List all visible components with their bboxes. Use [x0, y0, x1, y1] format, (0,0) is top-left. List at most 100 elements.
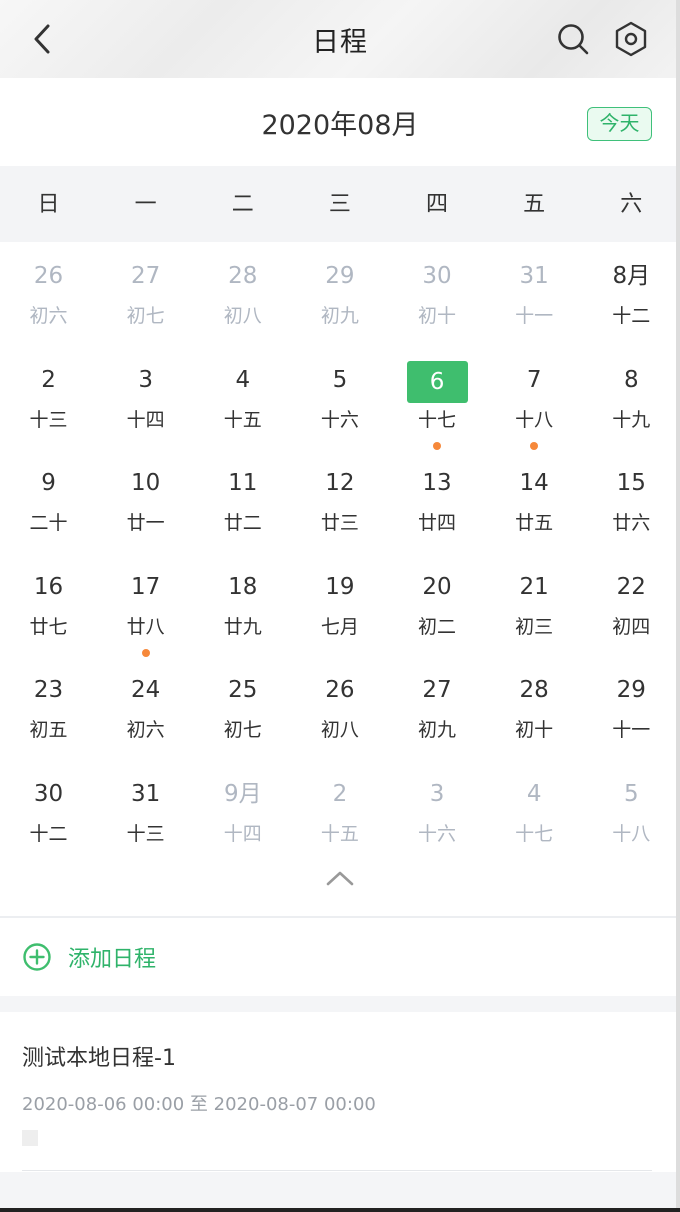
- lunar-date: 十一: [515, 305, 554, 327]
- day-number: 30: [33, 780, 64, 807]
- calendar-week-row: 26 初六 27 初七 28 初八 29 初九 30 初十 31 十一 8月 十二: [0, 242, 680, 346]
- calendar-day[interactable]: 16 廿七: [0, 553, 97, 657]
- calendar-day[interactable]: 30 十二: [0, 760, 97, 864]
- calendar-day[interactable]: 20 初二: [389, 553, 486, 657]
- weekday-label: 三: [328, 192, 351, 217]
- lunar-date: 十七: [418, 408, 457, 431]
- calendar-day[interactable]: 9月 十四: [194, 760, 291, 864]
- calendar-day[interactable]: 25 初七: [194, 656, 291, 760]
- day-number: 2: [41, 366, 56, 393]
- calendar-day[interactable]: 13 廿四: [389, 449, 486, 553]
- calendar-day[interactable]: 4 十五: [194, 346, 291, 450]
- calendar-day[interactable]: 9 二十: [0, 449, 97, 553]
- calendar-day[interactable]: 17 廿八: [97, 553, 194, 657]
- lunar-date: 初十: [515, 719, 554, 742]
- calendar-day[interactable]: 5 十八: [583, 760, 680, 864]
- lunar-date: 初六: [126, 719, 165, 742]
- calendar-day[interactable]: 3 十四: [97, 346, 194, 450]
- calendar-day[interactable]: 2 十三: [0, 346, 97, 450]
- weekday-header-row: 日一二三四五六: [0, 166, 680, 242]
- day-number: 3: [429, 780, 445, 807]
- calendar-day[interactable]: 31 十三: [97, 760, 194, 864]
- lunar-date: 初二: [418, 615, 457, 638]
- lunar-date: 初七: [223, 719, 262, 742]
- calendar-day[interactable]: 22 初四: [583, 553, 680, 657]
- calendar-day[interactable]: 18 廿九: [194, 553, 291, 657]
- lunar-date: 廿一: [126, 512, 165, 535]
- calendar-day[interactable]: 8月 十二: [583, 242, 680, 346]
- lunar-date: 初三: [515, 615, 554, 638]
- lunar-date: 十一: [612, 719, 651, 742]
- day-number: 14: [519, 470, 549, 497]
- day-number: 26: [325, 677, 355, 704]
- lunar-date: 十三: [29, 408, 68, 431]
- day-number: 8月: [612, 263, 651, 289]
- day-number: 6: [406, 360, 468, 403]
- calendar-day[interactable]: 2 十五: [291, 760, 388, 864]
- calendar-day[interactable]: 26 初六: [0, 242, 97, 346]
- calendar-day[interactable]: 27 初九: [389, 656, 486, 760]
- lunar-date: 初八: [320, 719, 359, 742]
- calendar-day[interactable]: 11 廿二: [194, 449, 291, 553]
- day-number: 4: [235, 366, 251, 393]
- calendar-day[interactable]: 15 廿六: [583, 449, 680, 553]
- calendar-week-row: 16 廿七 17 廿八 18 廿九 19 七月 20 初二 21 初三 22 初四: [0, 553, 680, 657]
- calendar-day[interactable]: 28 初十: [486, 656, 583, 760]
- day-number: 23: [33, 677, 64, 704]
- calendar-day[interactable]: 5 十六: [291, 346, 388, 450]
- collapse-calendar-button[interactable]: [325, 864, 355, 892]
- event-list-item[interactable]: 测试本地日程-1 2020-08-06 00:00 至 2020-08-07 0…: [0, 1012, 680, 1172]
- weekday-label: 六: [620, 192, 643, 217]
- calendar-day[interactable]: 10 廿一: [97, 449, 194, 553]
- calendar-day[interactable]: 14 廿五: [486, 449, 583, 553]
- screen-edge: [0, 1208, 680, 1212]
- day-number: 20: [422, 573, 452, 600]
- calendar-day[interactable]: 19 七月: [291, 553, 388, 657]
- lunar-date: 十九: [612, 408, 651, 431]
- add-event-label: 添加日程: [68, 947, 157, 972]
- calendar-day[interactable]: 31 十一: [486, 242, 583, 346]
- lunar-date: 二十: [29, 512, 68, 535]
- lunar-date: 廿七: [29, 615, 68, 638]
- lunar-date: 初九: [320, 305, 359, 327]
- day-number: 5: [332, 366, 348, 393]
- calendar-day[interactable]: 3 十六: [389, 760, 486, 864]
- calendar-grid: 26 初六 27 初七 28 初八 29 初九 30 初十 31 十一 8月 十二 2 十三 3 十四 4 十五 5 十六…: [0, 242, 680, 918]
- calendar-day[interactable]: 4 十七: [486, 760, 583, 864]
- day-number: 13: [422, 470, 452, 497]
- calendar-day[interactable]: 21 初三: [486, 553, 583, 657]
- calendar-day-selected[interactable]: 6 十七: [389, 346, 486, 450]
- weekday-label: 五: [523, 192, 546, 217]
- today-button[interactable]: 今天: [587, 107, 652, 141]
- calendar-day[interactable]: 12 廿三: [291, 449, 388, 553]
- day-number: 29: [325, 263, 355, 289]
- add-event-button[interactable]: 添加日程: [22, 940, 156, 974]
- lunar-date: 初五: [29, 719, 68, 742]
- calendar-day[interactable]: 26 初八: [291, 656, 388, 760]
- day-number: 8: [623, 366, 639, 393]
- day-number: 12: [325, 470, 355, 497]
- lunar-date: 廿四: [418, 512, 457, 535]
- calendar-day[interactable]: 24 初六: [97, 656, 194, 760]
- day-number: 31: [131, 780, 161, 807]
- lunar-date: 十七: [515, 822, 554, 845]
- calendar-day[interactable]: 28 初八: [194, 242, 291, 346]
- calendar-day[interactable]: 30 初十: [389, 242, 486, 346]
- calendar-day[interactable]: 7 十八: [486, 346, 583, 450]
- calendar-day[interactable]: 29 初九: [291, 242, 388, 346]
- calendar-day[interactable]: 8 十九: [583, 346, 680, 450]
- calendar-day[interactable]: 27 初七: [97, 242, 194, 346]
- day-number: 24: [131, 677, 161, 704]
- lunar-date: 廿五: [515, 512, 554, 535]
- settings-button[interactable]: [610, 18, 652, 60]
- lunar-date: 十五: [320, 822, 359, 845]
- day-number: 17: [131, 573, 161, 600]
- search-button[interactable]: [552, 18, 594, 60]
- day-number: 21: [519, 573, 549, 600]
- calendar-day[interactable]: 23 初五: [0, 656, 97, 760]
- calendar-week-row: 30 十二 31 十三 9月 十四 2 十五 3 十六 4 十七 5 十八: [0, 760, 680, 864]
- lunar-date: 廿六: [612, 512, 651, 535]
- screen-edge: [676, 0, 680, 1212]
- calendar-day[interactable]: 29 十一: [583, 656, 680, 760]
- lunar-date: 十三: [126, 822, 165, 845]
